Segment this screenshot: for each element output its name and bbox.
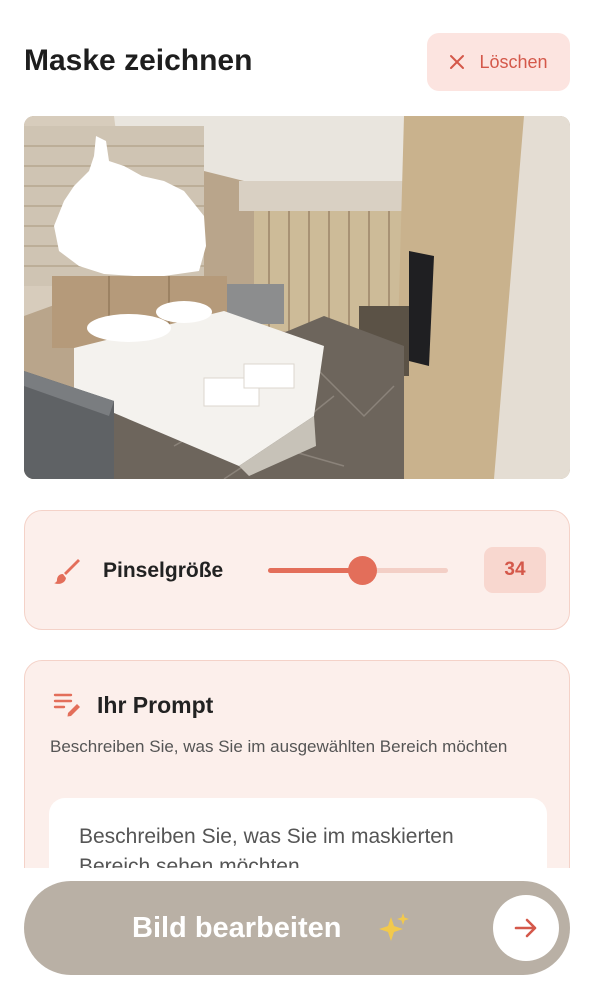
slider-thumb[interactable] [347, 556, 377, 585]
brush-size-card: Pinselgröße 34 [24, 510, 570, 630]
page-title: Maske zeichnen [24, 44, 253, 77]
arrow-button[interactable] [493, 895, 559, 961]
mask-canvas[interactable] [24, 116, 570, 479]
brush-size-slider[interactable] [268, 555, 448, 585]
brush-size-value: 34 [484, 547, 546, 593]
clear-button[interactable]: Löschen [427, 33, 570, 91]
prompt-description: Beschreiben Sie, was Sie im ausgewählten… [50, 737, 508, 756]
clear-button-label: Löschen [479, 51, 548, 72]
arrow-right-icon [514, 918, 537, 938]
close-icon [450, 55, 465, 69]
edit-image-button[interactable]: Bild bearbeiten [24, 881, 570, 975]
prompt-title: Ihr Prompt [97, 692, 214, 718]
mask-editor-screen: Maske zeichnen Löschen Pinselgröße 34 Ih… [0, 0, 594, 1000]
paintbrush-icon [54, 559, 80, 584]
sparkle-icon [379, 913, 409, 941]
edit-image-button-label: Bild bearbeiten [132, 912, 342, 944]
edit-list-icon [53, 693, 80, 717]
brush-size-label: Pinselgröße [103, 559, 224, 582]
hotel-room-photo [24, 116, 570, 479]
